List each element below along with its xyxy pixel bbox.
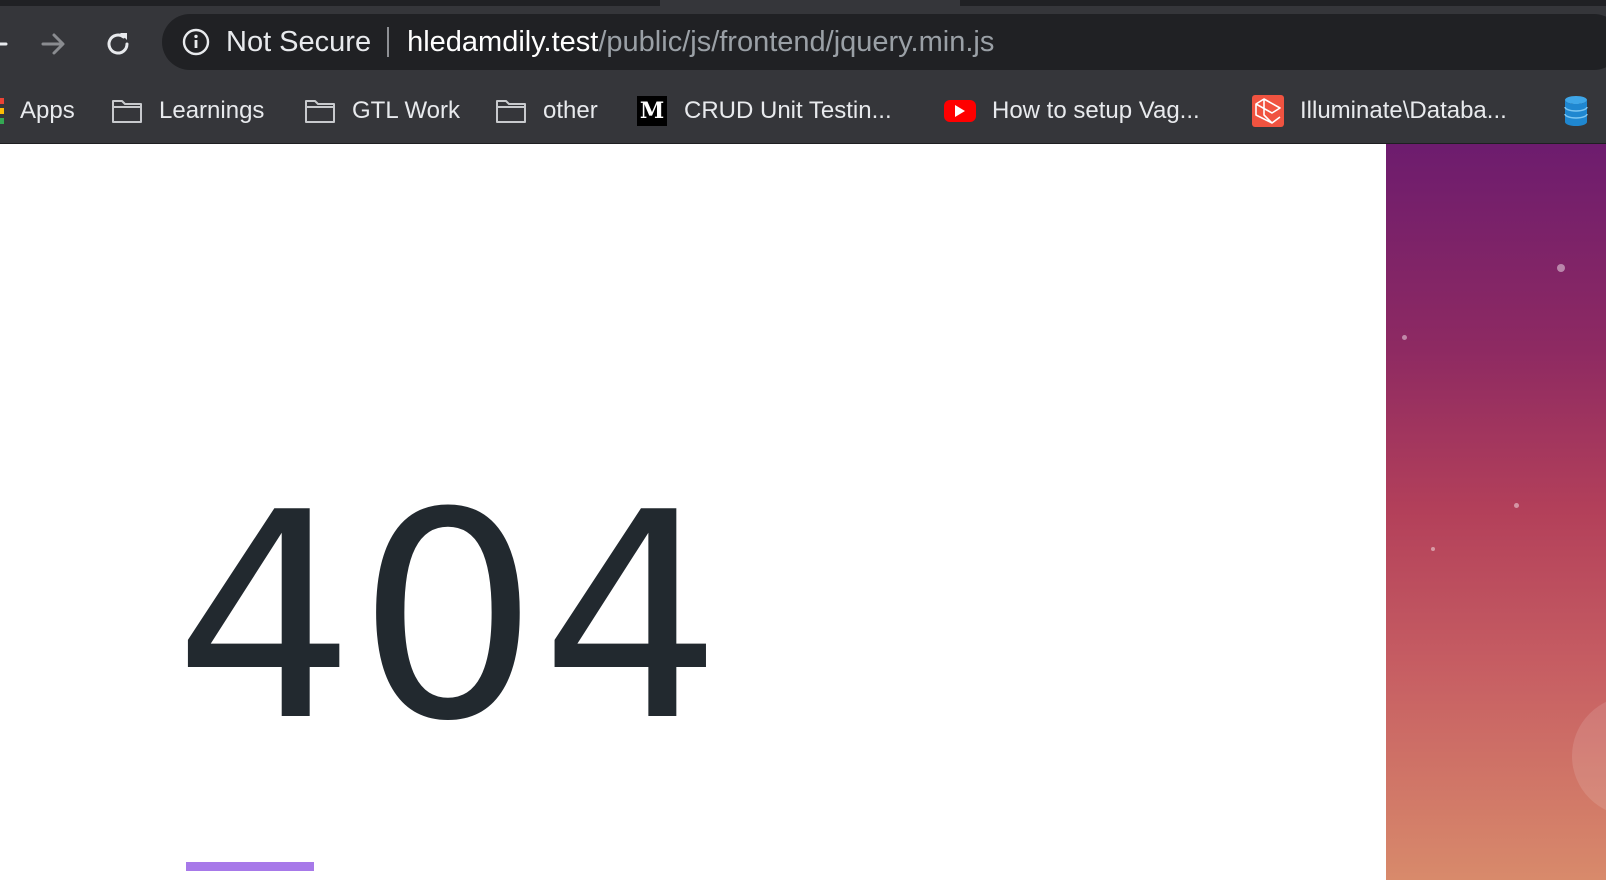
url-text[interactable]: hledamdily.test/public/js/frontend/jquer… (407, 26, 994, 59)
bookmark-label: Learnings (159, 97, 265, 124)
back-arrow-icon (0, 42, 8, 46)
bookmark-folder-other[interactable]: other (495, 78, 598, 144)
bookmark-crud-unit-testing[interactable]: M CRUD Unit Testin... (636, 78, 892, 144)
database-icon (1560, 95, 1592, 127)
star-dot (1514, 503, 1519, 508)
bookmark-label: Apps (20, 97, 75, 124)
bookmark-folder-learnings[interactable]: Learnings (111, 78, 264, 144)
bookmark-label: CRUD Unit Testin... (684, 97, 892, 124)
bookmark-folder-gtl-work[interactable]: GTL Work (304, 78, 460, 144)
folder-icon (495, 95, 527, 127)
forward-button[interactable] (35, 26, 71, 62)
forward-arrow-icon (41, 33, 65, 55)
error-code: 404 (174, 452, 724, 784)
bookmark-label: other (543, 97, 598, 124)
page-content: 404 (0, 144, 1606, 880)
bookmark-illuminate-database[interactable]: Illuminate\Databa... (1252, 78, 1507, 144)
url-host: hledamdily.test (407, 25, 599, 58)
star-dot (1557, 264, 1565, 272)
apps-grid-icon (0, 98, 4, 124)
bookmark-label: How to setup Vag... (992, 97, 1200, 124)
laravel-icon (1252, 95, 1284, 127)
reload-icon (107, 33, 129, 55)
folder-icon (111, 95, 143, 127)
star-dot (1431, 547, 1435, 551)
medium-icon: M (636, 95, 668, 127)
security-status-label: Not Secure (226, 25, 372, 58)
folder-icon (304, 95, 336, 127)
bookmark-database[interactable] (1560, 78, 1606, 144)
decorative-circle (1572, 696, 1606, 816)
back-button[interactable] (0, 26, 14, 62)
bookmarks-bar: Apps Learnings GTL Work other M CRUD Uni… (0, 78, 1606, 144)
address-bar[interactable]: Not Secure hledamdily.test/public/js/fro… (162, 14, 1606, 70)
youtube-icon (944, 95, 976, 127)
error-code-underline (186, 862, 314, 871)
browser-toolbar: Not Secure hledamdily.test/public/js/fro… (0, 6, 1606, 78)
decorative-gradient-panel (1386, 144, 1606, 880)
bookmark-apps[interactable]: Apps (0, 78, 75, 144)
site-info-button[interactable]: Not Secure (162, 14, 371, 70)
omnibox-divider (387, 27, 390, 57)
reload-button[interactable] (100, 26, 136, 62)
star-dot (1402, 335, 1407, 340)
bookmark-label: Illuminate\Databa... (1300, 97, 1507, 124)
bookmark-vagrant-setup[interactable]: How to setup Vag... (944, 78, 1200, 144)
url-path: /public/js/frontend/jquery.min.js (598, 25, 995, 58)
bookmark-label: GTL Work (352, 97, 461, 124)
info-icon (182, 28, 210, 56)
